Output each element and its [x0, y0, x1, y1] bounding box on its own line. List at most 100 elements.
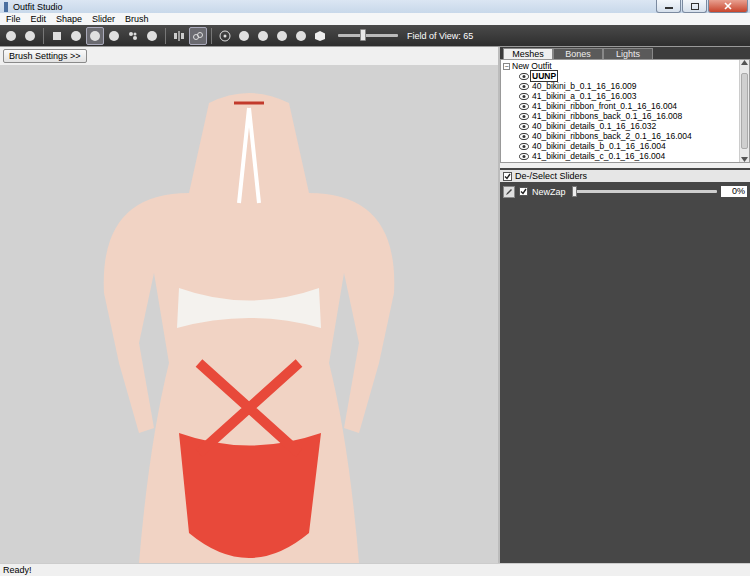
- toolbar-separator: [43, 28, 44, 44]
- window-title: Outfit Studio: [13, 2, 653, 12]
- tool-button[interactable]: [143, 27, 161, 45]
- tool-button[interactable]: [105, 27, 123, 45]
- slider-track[interactable]: [572, 190, 717, 193]
- eye-icon[interactable]: [519, 83, 529, 90]
- viewport-column: Brush Settings >>: [0, 47, 500, 563]
- toolbar: Field of View: 65: [0, 25, 750, 47]
- tool-button[interactable]: [48, 27, 66, 45]
- tool-button[interactable]: [292, 27, 310, 45]
- tool-button[interactable]: [170, 27, 188, 45]
- tool-button[interactable]: [273, 27, 291, 45]
- slider-reading[interactable]: 0%: [721, 186, 747, 197]
- menu-item[interactable]: Edit: [27, 13, 51, 25]
- pencil-icon: [505, 188, 513, 196]
- slider-checkbox[interactable]: [519, 187, 528, 196]
- model-render[interactable]: [59, 65, 439, 563]
- dot-tool-icon: [219, 30, 231, 42]
- tab[interactable]: Bones: [553, 48, 603, 59]
- scroll-thumb[interactable]: [741, 73, 748, 149]
- maximize-button[interactable]: [682, 0, 707, 13]
- eye-icon[interactable]: [519, 103, 529, 110]
- menu-item[interactable]: Slider: [88, 13, 119, 25]
- scroll-up-icon[interactable]: [741, 60, 748, 65]
- check-icon: [520, 188, 527, 195]
- menu-item[interactable]: File: [2, 13, 25, 25]
- fov-slider[interactable]: [338, 34, 398, 37]
- toolbar-separator: [165, 28, 166, 44]
- expand-toggle[interactable]: −: [503, 63, 510, 70]
- window-controls: [656, 0, 748, 13]
- tool-button[interactable]: [67, 27, 85, 45]
- tab[interactable]: Meshes: [503, 48, 553, 59]
- mesh-item[interactable]: 41_bikini_a_0.1_16_16.003: [503, 91, 737, 101]
- tool-button[interactable]: [21, 27, 39, 45]
- mesh-item[interactable]: 40_bikini_details_b_0.1_16_16.004: [503, 141, 737, 151]
- circle-tool-icon: [276, 30, 288, 42]
- mesh-item[interactable]: UUNP: [503, 71, 737, 81]
- circle-tool-icon: [108, 30, 120, 42]
- tool-button[interactable]: [2, 27, 20, 45]
- mesh-item[interactable]: 40_bikini_b_0.1_16_16.009: [503, 81, 737, 91]
- viewport[interactable]: [0, 65, 498, 563]
- main-area: Brush Settings >>MeshesBonesLights−New O…: [0, 47, 750, 563]
- tool-button[interactable]: [189, 27, 207, 45]
- tab[interactable]: Lights: [603, 48, 653, 59]
- select-sliders-row[interactable]: De-/Select Sliders: [500, 170, 750, 182]
- circle-tool-icon: [24, 30, 36, 42]
- link-tool-icon: [192, 30, 204, 42]
- eye-icon[interactable]: [519, 73, 529, 80]
- menu-bar: FileEditShapeSliderBrush: [0, 13, 750, 25]
- menu-item[interactable]: Shape: [52, 13, 86, 25]
- toolbar-separator: [211, 28, 212, 44]
- tool-button[interactable]: [124, 27, 142, 45]
- scrollbar[interactable]: [739, 60, 749, 162]
- slider-panel: De-/Select Sliders NewZap 0%: [500, 168, 750, 563]
- brush-bar: Brush Settings >>: [0, 47, 498, 65]
- select-sliders-checkbox[interactable]: [503, 172, 512, 181]
- scroll-down-icon[interactable]: [741, 157, 748, 162]
- tool-button[interactable]: [311, 27, 329, 45]
- slider-row: NewZap 0%: [500, 185, 750, 198]
- eye-icon[interactable]: [519, 143, 529, 150]
- fov-label: Field of View: 65: [407, 31, 473, 41]
- app-window: Outfit StudioFileEditShapeSliderBrush Fie…: [0, 0, 750, 576]
- slider-thumb[interactable]: [572, 186, 577, 197]
- menu-item[interactable]: Brush: [121, 13, 153, 25]
- tree-root[interactable]: −New Outfit: [503, 61, 737, 71]
- slider-name: NewZap: [532, 187, 568, 197]
- eye-icon[interactable]: [519, 153, 529, 160]
- edit-slider-button[interactable]: [503, 186, 515, 198]
- eye-icon[interactable]: [519, 133, 529, 140]
- circle-tool-icon: [70, 30, 82, 42]
- minimize-button[interactable]: [656, 0, 681, 13]
- tool-button[interactable]: [254, 27, 272, 45]
- brush-settings-button[interactable]: Brush Settings >>: [3, 49, 87, 63]
- cube-tool-icon: [314, 30, 326, 42]
- eye-icon[interactable]: [519, 123, 529, 130]
- mesh-tree: −New OutfitUUNP40_bikini_b_0.1_16_16.009…: [500, 59, 750, 163]
- dots-tool-icon: [127, 30, 139, 42]
- mesh-item[interactable]: 41_bikini_ribbons_back_0.1_16_16.008: [503, 111, 737, 121]
- circle-tool-icon: [146, 30, 158, 42]
- tab-bar: MeshesBonesLights: [500, 47, 750, 59]
- square-tool-icon: [51, 30, 63, 42]
- side-panel: MeshesBonesLights−New OutfitUUNP40_bikin…: [500, 47, 750, 563]
- mesh-item[interactable]: 40_bikini_details_0.1_16_16.032: [503, 121, 737, 131]
- app-icon: [2, 2, 10, 12]
- circle-tool-icon: [295, 30, 307, 42]
- close-button[interactable]: [708, 0, 748, 13]
- tool-button[interactable]: [235, 27, 253, 45]
- mesh-item[interactable]: 40_bikini_ribbons_back_2_0.1_16_16.004: [503, 131, 737, 141]
- eye-icon[interactable]: [519, 113, 529, 120]
- mesh-item[interactable]: 41_bikini_details_c_0.1_16_16.004: [503, 151, 737, 161]
- mesh-list: −New OutfitUUNP40_bikini_b_0.1_16_16.009…: [501, 60, 739, 162]
- mesh-item[interactable]: 41_bikini_ribbon_front_0.1_16_16.004: [503, 101, 737, 111]
- eye-icon[interactable]: [519, 93, 529, 100]
- mirror-tool-icon: [173, 30, 185, 42]
- circle-tool-icon: [89, 30, 101, 42]
- close-icon: [724, 2, 732, 10]
- tool-button[interactable]: [86, 27, 104, 45]
- fov-slider-thumb[interactable]: [360, 29, 366, 41]
- tool-button[interactable]: [216, 27, 234, 45]
- title-bar: Outfit Studio: [0, 0, 750, 13]
